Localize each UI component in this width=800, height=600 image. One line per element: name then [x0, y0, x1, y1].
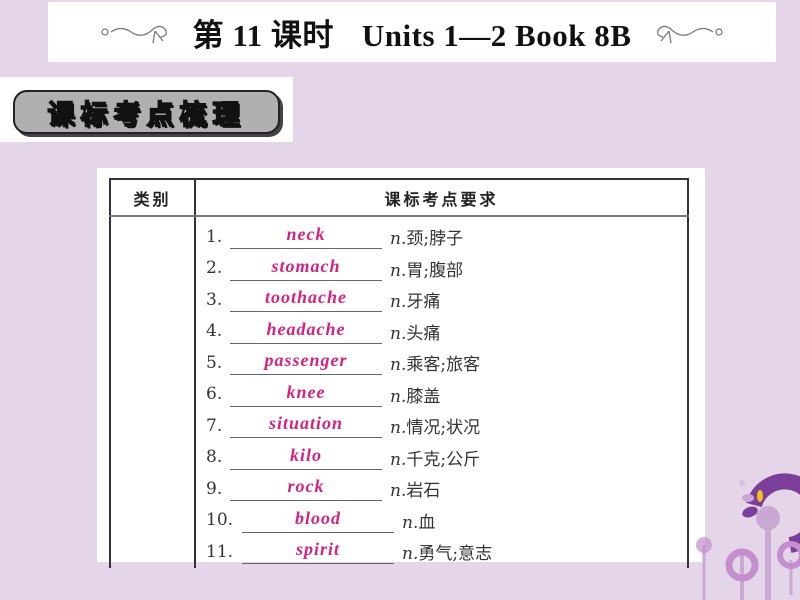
answer-blank[interactable]: situation	[230, 413, 382, 439]
answer-blank[interactable]: knee	[230, 382, 382, 407]
item-meaning: n.情况;状况	[390, 413, 480, 438]
column-header-category: 类别	[109, 178, 196, 217]
part-of-speech: n.	[390, 260, 407, 281]
item-meaning: n.颈;脖子	[390, 224, 463, 249]
item-number: 10.	[206, 510, 234, 531]
part-of-speech: n.	[390, 292, 407, 313]
page-title: 第 11 课时 Units 1—2 Book 8B	[193, 10, 632, 55]
item-number: 2.	[206, 258, 223, 279]
section-badge: 课标考点梳理	[13, 90, 280, 134]
chinese-meaning: 血	[418, 512, 436, 533]
part-of-speech: n.	[390, 481, 407, 502]
item-meaning: n.头痛	[390, 319, 440, 344]
part-of-speech: n.	[390, 229, 407, 250]
item-number: 8.	[206, 447, 223, 468]
chinese-meaning: 膝盖	[406, 386, 441, 407]
vocab-item: 1. neck n.颈;脖子	[196, 221, 687, 253]
part-of-speech: n.	[390, 323, 407, 344]
vocab-item: 2. stomach n.胃;腹部	[196, 253, 687, 285]
title-bar: 第 11 课时 Units 1—2 Book 8B	[48, 2, 776, 62]
item-number: 6.	[206, 384, 223, 405]
item-number: 7.	[206, 415, 223, 436]
vocab-table: 类别 课标考点要求 1. neck n.颈;脖子 2. stomach n.胃;腹部 3. t…	[109, 178, 689, 568]
item-number: 9.	[206, 478, 223, 499]
chinese-meaning: 乘客;旅客	[406, 355, 481, 376]
right-flourish-icon	[657, 25, 723, 44]
item-meaning: n.牙痛	[390, 287, 440, 312]
answer-blank[interactable]: toothache	[230, 287, 382, 313]
left-flourish-icon	[101, 25, 167, 44]
item-number: 4.	[206, 321, 223, 342]
part-of-speech: n.	[390, 418, 407, 439]
answer-blank[interactable]: spirit	[242, 539, 394, 565]
category-cell	[109, 216, 196, 568]
column-header-requirements: 课标考点要求	[194, 178, 689, 217]
answer-blank[interactable]: neck	[230, 224, 382, 250]
chinese-meaning: 头痛	[406, 323, 441, 344]
vocab-item: 11. spirit n.勇气;意志	[196, 536, 687, 568]
answer-blank[interactable]: rock	[230, 476, 382, 502]
table-row: 1. neck n.颈;脖子 2. stomach n.胃;腹部 3. toothache n.…	[109, 216, 689, 568]
vocab-item: 3. toothache n.牙痛	[196, 284, 687, 316]
units-label: Units 1—2 Book 8B	[361, 17, 632, 53]
item-meaning: n.勇气;意志	[402, 539, 492, 564]
item-meaning: n.千克;公斤	[390, 445, 480, 470]
part-of-speech: n.	[390, 386, 407, 407]
item-number: 5.	[206, 352, 223, 373]
answer-blank[interactable]: stomach	[230, 256, 382, 281]
vocab-item: 9. rock n.岩石	[196, 473, 687, 505]
answer-blank[interactable]: passenger	[230, 350, 382, 376]
chinese-meaning: 勇气;意志	[418, 544, 493, 565]
part-of-speech: n.	[390, 449, 407, 470]
item-number: 1.	[206, 226, 223, 247]
item-meaning: n.胃;腹部	[390, 256, 463, 281]
answer-blank[interactable]: kilo	[230, 445, 382, 470]
part-of-speech: n.	[402, 512, 419, 533]
item-number: 11.	[206, 541, 234, 562]
item-meaning: n.岩石	[390, 476, 440, 501]
item-meaning: n.膝盖	[390, 382, 440, 407]
item-meaning: n.血	[402, 508, 435, 533]
chinese-meaning: 颈;脖子	[406, 229, 464, 250]
vocab-item: 4. headache n.头痛	[196, 316, 687, 348]
item-number: 3.	[206, 289, 223, 310]
answer-blank[interactable]: blood	[242, 508, 394, 533]
chinese-meaning: 千克;公斤	[406, 449, 481, 470]
chinese-meaning: 岩石	[406, 481, 441, 502]
vocab-item: 10. blood n.血	[196, 505, 687, 537]
lesson-label: 第 11 课时	[192, 17, 334, 53]
section-title: 课标考点梳理	[47, 99, 246, 132]
part-of-speech: n.	[402, 544, 419, 565]
table-panel: 类别 课标考点要求 1. neck n.颈;脖子 2. stomach n.胃;腹部 3. t…	[97, 168, 705, 568]
chinese-meaning: 牙痛	[406, 292, 441, 313]
items-cell: 1. neck n.颈;脖子 2. stomach n.胃;腹部 3. toothache n.…	[194, 216, 689, 568]
vocab-item: 8. kilo n.千克;公斤	[196, 442, 687, 474]
vocab-list: 1. neck n.颈;脖子 2. stomach n.胃;腹部 3. toothache n.…	[196, 217, 687, 568]
chinese-meaning: 胃;腹部	[406, 260, 464, 281]
vocab-item: 7. situation n.情况;状况	[196, 410, 687, 442]
section-header-panel: 课标考点梳理	[0, 77, 293, 142]
answer-blank[interactable]: headache	[230, 319, 382, 344]
decorative-flowers-icon	[696, 473, 800, 600]
chinese-meaning: 情况;状况	[406, 418, 481, 439]
vocab-item: 6. knee n.膝盖	[196, 379, 687, 411]
table-header-row: 类别 课标考点要求	[109, 178, 689, 217]
part-of-speech: n.	[390, 355, 407, 376]
item-meaning: n.乘客;旅客	[390, 350, 480, 375]
vocab-item: 5. passenger n.乘客;旅客	[196, 347, 687, 379]
